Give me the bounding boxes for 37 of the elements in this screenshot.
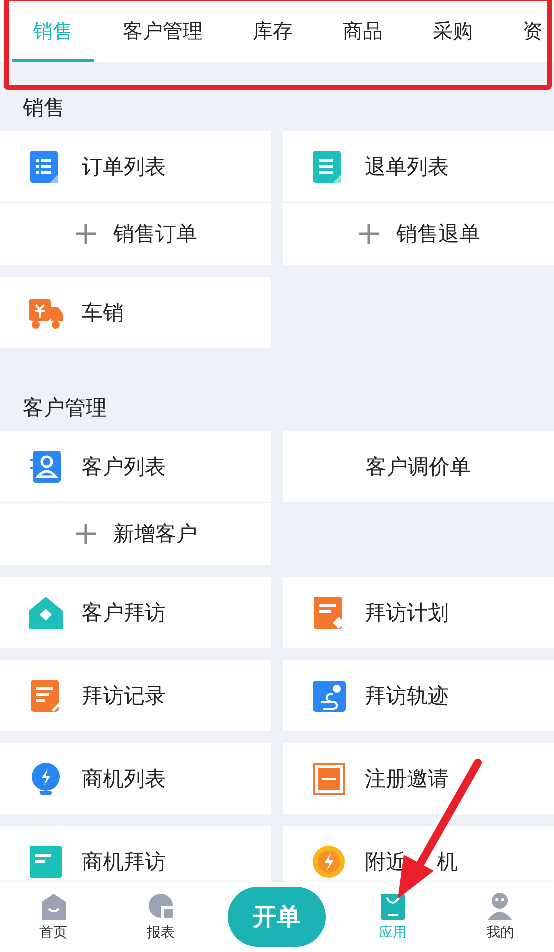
app-tile[interactable]: 客户拜访 [0, 577, 271, 648]
plus-icon [74, 222, 98, 246]
add-action[interactable]: 销售退单 [283, 202, 554, 265]
app-tile[interactable]: 退单列表 [283, 131, 554, 202]
category-tab[interactable]: 资 [502, 0, 554, 62]
section-title: 销售 [22, 95, 66, 122]
chart-icon [146, 892, 175, 920]
app-tile[interactable]: 拜访轨迹 [283, 660, 554, 731]
app-tile[interactable]: 车销 [0, 277, 271, 348]
plus-icon [74, 522, 98, 546]
person-icon [486, 892, 514, 920]
contact-card-icon [28, 448, 64, 484]
scan-frame-icon [311, 760, 347, 796]
app-tile[interactable]: 客户调价单 [283, 431, 554, 502]
nav-tab[interactable]: 首页 [14, 892, 94, 942]
home-icon [40, 892, 68, 920]
app-tile[interactable]: 注册邀请 [283, 743, 554, 814]
nav-tab[interactable]: 我的 [460, 892, 540, 942]
app-tile[interactable]: 订单列表 [0, 131, 271, 202]
bag-icon [379, 892, 408, 920]
category-tab[interactable]: 客户管理 [102, 0, 224, 62]
screen-icon [28, 844, 64, 880]
nav-tab[interactable]: 报表 [120, 892, 201, 942]
app-tile[interactable]: 拜访记录 [0, 660, 271, 731]
category-tab[interactable]: 库存 [232, 0, 314, 62]
house-icon [28, 594, 64, 630]
plus-icon [356, 222, 380, 246]
lightning-coin-icon [311, 844, 347, 880]
add-action[interactable]: 销售订单 [0, 202, 271, 265]
category-tab[interactable]: 商品 [322, 0, 404, 62]
add-action[interactable]: 新增客户 [0, 502, 271, 565]
app-tile[interactable]: 商机拜访 [0, 826, 271, 882]
section-title: 客户管理 [22, 395, 108, 422]
app-tile[interactable]: 拜访计划 [283, 577, 554, 648]
category-tab[interactable]: 采购 [412, 0, 494, 62]
app-tile[interactable]: 商机列表 [0, 743, 271, 814]
app-tile[interactable]: 客户列表 [0, 431, 271, 502]
